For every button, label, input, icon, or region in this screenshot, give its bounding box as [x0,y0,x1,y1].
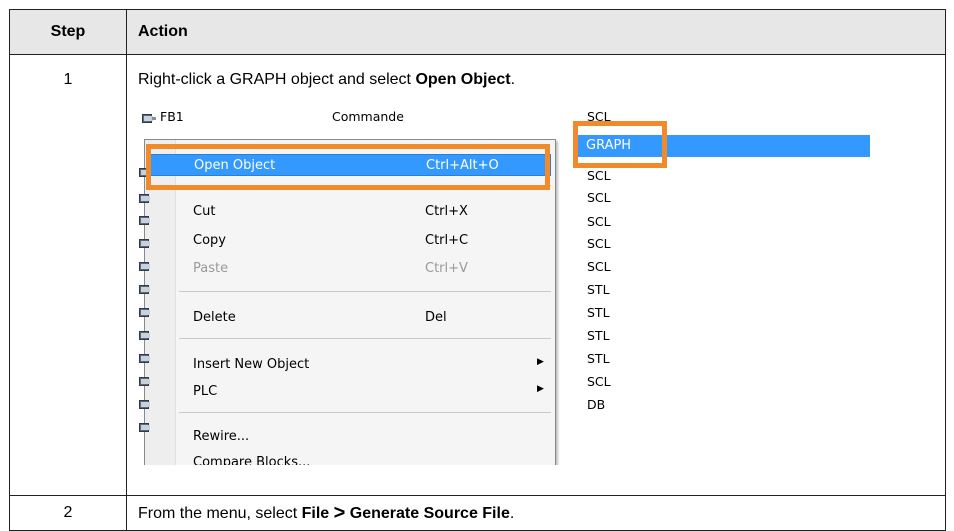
menu-item-plc[interactable]: PLC ▶ [147,381,551,403]
function-block-icon [139,331,153,340]
highlight-box-open-object [146,144,550,190]
object-language: STL [587,305,610,320]
ui-term: Open Object [415,71,511,88]
function-block-icon [139,239,153,248]
step-number: 2 [9,495,127,531]
object-language: SCL [587,168,611,183]
step-number: 1 [9,54,127,496]
header-row: Step Action [9,9,946,55]
object-language: STL [587,351,610,366]
function-block-icon [139,262,153,271]
function-block-icon [142,114,156,123]
object-language: SCL [587,236,611,251]
header-action: Action [126,9,946,55]
menu-item-insert-new-object[interactable]: Insert New Object ▶ [147,354,551,376]
object-language: SCL [587,190,611,205]
function-block-icon [139,285,153,294]
function-block-icon [139,400,153,409]
highlight-box-graph [573,121,667,168]
object-language: SCL [587,214,611,229]
ui-term: Generate Source File [349,505,510,522]
object-language: DB [587,397,606,412]
function-block-icon [139,377,153,386]
action-instruction: From the menu, select File > Generate So… [138,502,515,524]
action-instruction: Right-click a GRAPH object and select Op… [138,71,516,88]
function-block-icon [139,194,153,203]
function-block-icon [139,308,153,317]
function-block-icon [139,216,153,225]
submenu-arrow-icon: ▶ [537,357,544,367]
header-step: Step [9,9,127,55]
menu-item-rewire[interactable]: Rewire... [147,426,551,448]
object-language: STL [587,328,610,343]
function-block-icon [139,354,153,363]
menu-item-compare-blocks[interactable]: Compare Blocks... [147,452,551,465]
menu-arrow: > [333,502,346,524]
menu-separator [179,291,551,292]
object-language: SCL [587,259,611,274]
menu-item-copy[interactable]: Copy Ctrl+C [147,230,551,252]
ui-term: File [301,505,330,522]
menu-item-delete[interactable]: Delete Del [147,307,551,329]
table-row: 2 From the menu, select File > Generate … [9,495,946,531]
object-name[interactable]: FB1 [160,109,184,124]
screenshot-object-list: FB1 Commande SCL GRAPH SCL SCL SCL SCL S… [136,106,872,465]
submenu-arrow-icon: ▶ [537,384,544,394]
object-language: STL [587,282,610,297]
action-cell: From the menu, select File > Generate So… [126,495,946,531]
object-comment: Commande [332,109,404,124]
menu-item-paste[interactable]: Paste Ctrl+V [147,258,551,280]
menu-separator [179,338,551,339]
function-block-icon [139,423,153,432]
menu-item-cut[interactable]: Cut Ctrl+X [147,201,551,223]
menu-separator [179,412,551,413]
object-language: SCL [587,374,611,389]
